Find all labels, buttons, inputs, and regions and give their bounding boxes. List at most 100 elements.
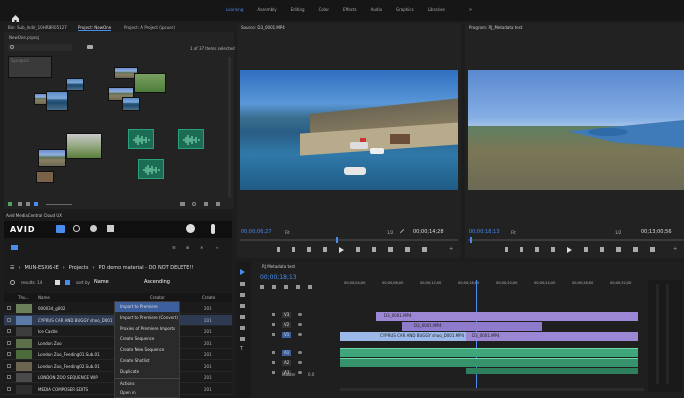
eye-icon[interactable]	[298, 351, 302, 354]
clip-thumbnail[interactable]	[122, 97, 140, 111]
list-view-toggle[interactable]	[55, 280, 60, 285]
video-clip[interactable]: D3_0001.MP4	[376, 312, 638, 321]
more-workspaces-icon[interactable]: »	[469, 8, 472, 13]
row-checkbox[interactable]	[7, 386, 11, 391]
menu-icon[interactable]: ☰	[10, 265, 14, 271]
folder-icon[interactable]	[87, 45, 93, 49]
settings-icon[interactable]	[107, 225, 114, 232]
source-fit-select[interactable]: Fit	[285, 231, 290, 235]
lock-icon[interactable]	[272, 361, 275, 364]
breadcrumb-item[interactable]: MUN-ESXi6-IE	[24, 265, 58, 271]
find-icon[interactable]	[192, 202, 196, 206]
extract-icon[interactable]	[633, 247, 638, 252]
program-timecode[interactable]: 00;00;18;13	[469, 230, 500, 235]
refresh-icon[interactable]	[10, 280, 15, 285]
insert-icon[interactable]	[388, 247, 393, 252]
ripple-edit-icon[interactable]	[240, 293, 245, 297]
lift-icon[interactable]	[616, 247, 621, 252]
program-resolution-select[interactable]: 1/2	[615, 231, 621, 235]
master-volume[interactable]: 0.0	[308, 373, 314, 377]
track-header[interactable]: A1	[258, 348, 338, 357]
lock-icon[interactable]	[272, 313, 275, 316]
column-header[interactable]: Creator	[150, 296, 165, 300]
video-clip[interactable]: CYPRUS CAR AND BUGGY shoo_D001.MP4	[340, 332, 466, 341]
program-fit-select[interactable]: Fit	[511, 231, 516, 235]
video-clip[interactable]: D3_0001.MP4	[466, 332, 638, 341]
slip-tool-icon[interactable]	[240, 315, 245, 319]
context-menu-item[interactable]: Duplicate	[115, 367, 179, 377]
go-to-in-icon[interactable]	[535, 247, 539, 252]
source-scrubber[interactable]	[240, 237, 458, 243]
clip-thumbnail[interactable]: Synopsis	[8, 56, 52, 78]
audio-clip[interactable]	[340, 348, 638, 357]
play-icon[interactable]	[567, 247, 572, 253]
program-scrubber[interactable]	[468, 237, 684, 243]
column-header[interactable]: Create	[202, 296, 215, 300]
home-icon[interactable]	[12, 7, 19, 22]
video-clip[interactable]: D3_0001.MP4	[402, 322, 542, 331]
play-icon[interactable]	[339, 247, 344, 253]
row-checkbox[interactable]	[7, 329, 11, 333]
pen-tool-icon[interactable]	[240, 326, 245, 330]
step-forward-icon[interactable]	[356, 247, 360, 252]
timeline-timecode[interactable]: 00;00;18;13	[260, 275, 297, 281]
linked-selection-icon[interactable]	[284, 285, 288, 289]
column-header[interactable]: Name	[38, 296, 50, 300]
export-frame-icon[interactable]	[650, 247, 655, 252]
sort-direction-select[interactable]: Ascending	[144, 280, 170, 285]
zoom-slider[interactable]	[46, 204, 72, 205]
workspace-tab-libraries[interactable]: Libraries	[428, 8, 445, 16]
snap-icon[interactable]	[272, 285, 276, 289]
tab-project-a[interactable]: Project: A Project (ipcuer)	[124, 26, 175, 30]
track-label[interactable]: V3	[282, 312, 292, 318]
track-header[interactable]: A2	[258, 358, 338, 367]
razor-tool-icon[interactable]	[240, 304, 245, 308]
track-header[interactable]: V1	[258, 330, 338, 339]
search-input[interactable]	[8, 44, 72, 51]
freeform-view-icon[interactable]	[34, 202, 38, 206]
go-to-in-icon[interactable]	[307, 247, 311, 252]
sort-field-select[interactable]: Name	[94, 280, 109, 285]
track-select-icon[interactable]	[240, 282, 245, 286]
delete-icon[interactable]	[216, 202, 220, 206]
time-ruler[interactable]: 00;00;04;00 00;00;08;00 00;00;12;00 00;00;1…	[340, 280, 644, 290]
selection-tool-icon[interactable]	[240, 269, 245, 275]
browse-icon[interactable]	[56, 225, 65, 233]
workspace-tab-assembly[interactable]: Assembly	[257, 8, 276, 16]
audio-clip[interactable]	[466, 368, 638, 374]
clip-thumbnail[interactable]	[38, 149, 66, 167]
type-tool-icon[interactable]: T	[240, 347, 243, 352]
lock-icon[interactable]	[272, 323, 275, 326]
mark-out-icon[interactable]	[520, 247, 523, 252]
wrench-icon[interactable]	[399, 228, 408, 237]
clip-thumbnail[interactable]	[66, 133, 102, 159]
settings-icon[interactable]	[308, 285, 312, 289]
scrollbar[interactable]	[228, 57, 231, 197]
eye-icon[interactable]	[298, 333, 302, 336]
icon-view-icon[interactable]	[26, 202, 30, 206]
workspace-tab-audio[interactable]: Audio	[371, 8, 382, 16]
context-menu-item[interactable]: Create Shotlist	[115, 356, 179, 366]
lock-icon[interactable]	[272, 371, 275, 374]
add-marker-icon[interactable]	[296, 285, 300, 289]
pencil-icon[interactable]	[8, 202, 12, 206]
search-icon[interactable]	[73, 225, 80, 232]
info-icon[interactable]	[211, 224, 215, 234]
row-checkbox[interactable]	[7, 340, 11, 345]
clip-thumbnail[interactable]	[134, 73, 166, 93]
clip-thumbnail[interactable]	[66, 78, 84, 91]
context-menu-item[interactable]: Import to Premiere	[115, 302, 179, 312]
context-menu-item[interactable]: Proxies of Premiere Imports	[115, 324, 179, 334]
list-view-icon[interactable]: ☰	[172, 246, 176, 250]
audio-clip-thumbnail[interactable]	[138, 159, 164, 179]
new-item-icon[interactable]	[204, 202, 208, 206]
tab-project-newone[interactable]: Project: NewOne	[78, 26, 112, 31]
mark-out-icon[interactable]	[292, 247, 295, 252]
breadcrumb-item[interactable]: PD demo material - DO NOT DELETE!!	[99, 265, 194, 271]
mark-in-icon[interactable]	[277, 247, 280, 252]
column-header[interactable]: Thu...	[18, 296, 29, 300]
workspace-tab-graphics[interactable]: Graphics	[396, 8, 414, 16]
clip-thumbnail[interactable]	[36, 171, 54, 183]
row-checkbox[interactable]	[7, 352, 11, 356]
audio-clip-thumbnail[interactable]	[128, 129, 154, 149]
